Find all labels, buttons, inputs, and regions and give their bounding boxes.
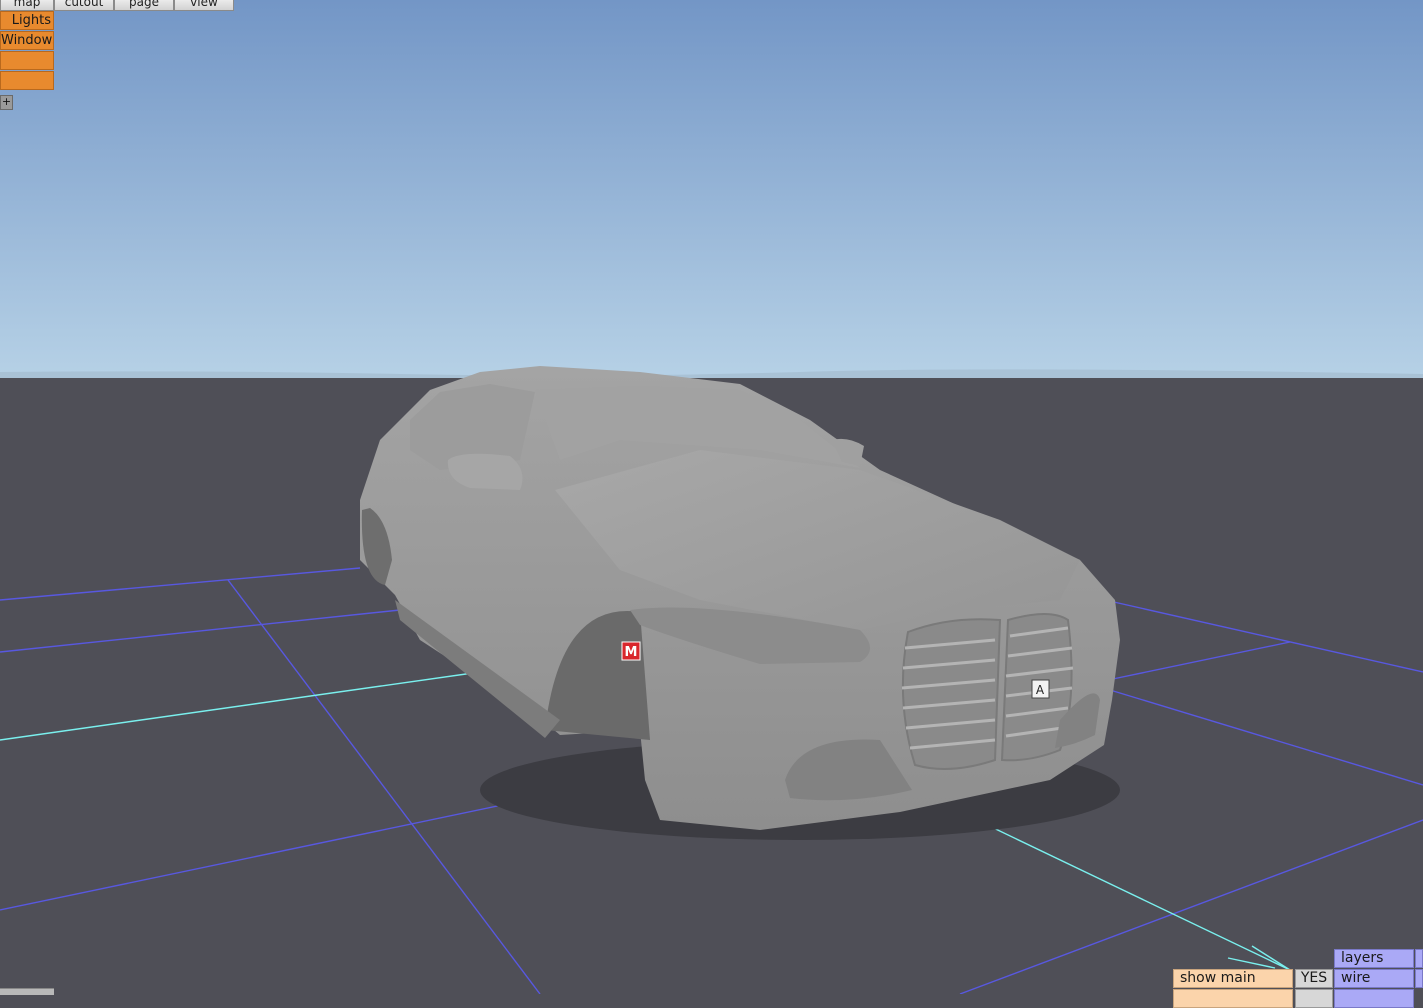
wire-extra-button[interactable] (1415, 969, 1423, 988)
side-item-windows[interactable]: Windows (0, 31, 54, 50)
marker-m-label: M (625, 645, 638, 660)
marker-m[interactable]: M (621, 641, 641, 661)
top-menu-bar: map cutout page view (0, 0, 234, 11)
properties-panel: show main YES layers wire (1173, 948, 1423, 1008)
layers-button[interactable]: layers (1334, 949, 1414, 968)
add-button[interactable]: + (0, 95, 13, 110)
side-item-empty-2[interactable] (0, 71, 54, 90)
wire-button[interactable]: wire (1334, 969, 1414, 988)
menu-map[interactable]: map (0, 0, 54, 11)
side-item-empty-1[interactable] (0, 51, 54, 70)
show-main-next-value[interactable] (1295, 989, 1333, 1008)
show-main-next-row[interactable] (1173, 989, 1293, 1008)
menu-view[interactable]: view (174, 0, 234, 11)
marker-a-label: A (1036, 683, 1045, 697)
lilac-next-row[interactable] (1334, 989, 1414, 1008)
show-main-value[interactable]: YES (1295, 969, 1333, 988)
side-tool-panel: Lights Windows (0, 11, 54, 91)
menu-page[interactable]: page (114, 0, 174, 11)
menu-cutout[interactable]: cutout (54, 0, 114, 11)
3d-viewport[interactable]: M A (0, 0, 1423, 994)
show-main-label[interactable]: show main (1173, 969, 1293, 988)
sky (0, 0, 1423, 378)
side-item-lights[interactable]: Lights (0, 11, 54, 30)
layers-extra-button[interactable] (1415, 949, 1423, 968)
marker-a[interactable]: A (1031, 679, 1050, 699)
